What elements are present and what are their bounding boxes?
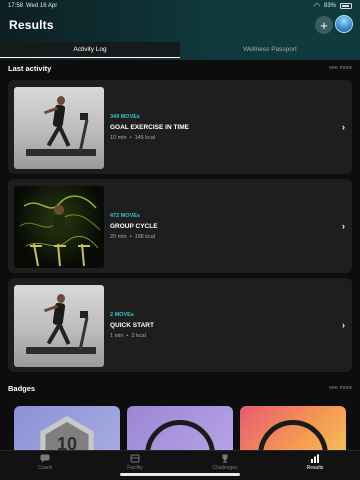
chat-icon [40,454,50,463]
group-cycle-illustration [19,195,101,267]
nav-results[interactable]: Results [270,454,360,471]
nav-facility[interactable]: Facility [90,454,180,471]
treadmill-base [26,149,96,156]
badge-card[interactable]: 10 [14,406,120,456]
chevron-right-icon: › [342,122,345,132]
section-title: Last activity [8,64,52,73]
nav-coach[interactable]: Coach [0,454,90,471]
activity-kcal: 145 kcal [134,135,156,141]
badge-card[interactable] [127,406,233,456]
activity-kcal: 198 kcal [134,234,156,240]
results-tabs: Activity Log Wellness Passport [0,42,360,58]
moves-count: 472 MOVEs [110,213,140,219]
status-right: ◠ 83% [314,2,352,10]
wifi-icon: ◠ [313,3,320,10]
runner-leg [57,323,71,345]
chevron-right-icon: › [342,320,345,330]
activity-name: GROUP CYCLE [110,223,158,230]
activity-meta: 1 min • 2 kcal [110,333,146,339]
activity-card[interactable]: 472 MOVEs GROUP CYCLE 20 min • 198 kcal … [8,179,352,273]
last-activity-header: Last activity see more [8,64,352,76]
treadmill-upright [78,317,89,351]
treadmill-console [80,113,88,120]
status-date: Wed 16 Apr [26,3,58,9]
treadmill-console [80,311,88,318]
chevron-right-icon: › [342,221,345,231]
treadmill-runner-image [14,285,104,367]
runner-leg [57,125,71,147]
activity-card[interactable]: 2 MOVEs QUICK START 1 min • 2 kcal › [8,278,352,372]
group-cycle-image [14,186,104,268]
activity-card[interactable]: 349 MOVEs GOAL EXERCISE IN TIME 10 min •… [8,80,352,174]
activity-kcal: 2 kcal [131,333,146,339]
moves-count: 349 MOVEs [110,114,140,120]
add-button[interactable]: + [315,16,333,34]
nav-label: Coach [37,465,53,471]
home-indicator [120,473,240,476]
runner-head [57,96,65,105]
runner-head [57,294,65,303]
treadmill-upright [78,119,89,153]
activity-duration: 10 min [110,135,127,141]
see-more-link[interactable]: see more [329,385,352,391]
section-title: Badges [8,384,36,393]
badge-card[interactable] [240,406,346,456]
plus-icon: + [320,17,328,33]
tab-activity-log[interactable]: Activity Log [0,42,180,58]
activity-duration: 1 min [110,333,124,339]
status-bar: 17:58 Wed 16 Apr ◠ 83% [0,0,360,12]
activity-meta: 10 min • 145 kcal [110,135,155,141]
facility-icon [130,454,140,463]
moves-count: 2 MOVEs [110,312,134,318]
badges-header: Badges see more [8,384,352,396]
trophy-icon [222,454,228,463]
page-title: Results [9,18,54,32]
battery-percent: 83% [323,3,336,9]
nav-label: Challenges [212,465,238,471]
battery-icon [340,3,352,9]
nav-label: Facility [127,465,143,471]
activity-meta: 20 min • 198 kcal [110,234,155,240]
see-more-link[interactable]: see more [329,65,352,71]
treadmill-base [26,347,96,354]
status-time: 17:58 [8,3,24,9]
activity-name: QUICK START [110,322,154,329]
tab-wellness-passport[interactable]: Wellness Passport [180,42,360,58]
treadmill-runner-image [14,87,104,169]
nav-challenges[interactable]: Challenges [180,454,270,471]
nav-label: Results [306,465,324,471]
activity-duration: 20 min [110,234,127,240]
avatar[interactable] [335,15,353,33]
activity-name: GOAL EXERCISE IN TIME [110,124,189,131]
bar-chart-icon [311,454,319,463]
